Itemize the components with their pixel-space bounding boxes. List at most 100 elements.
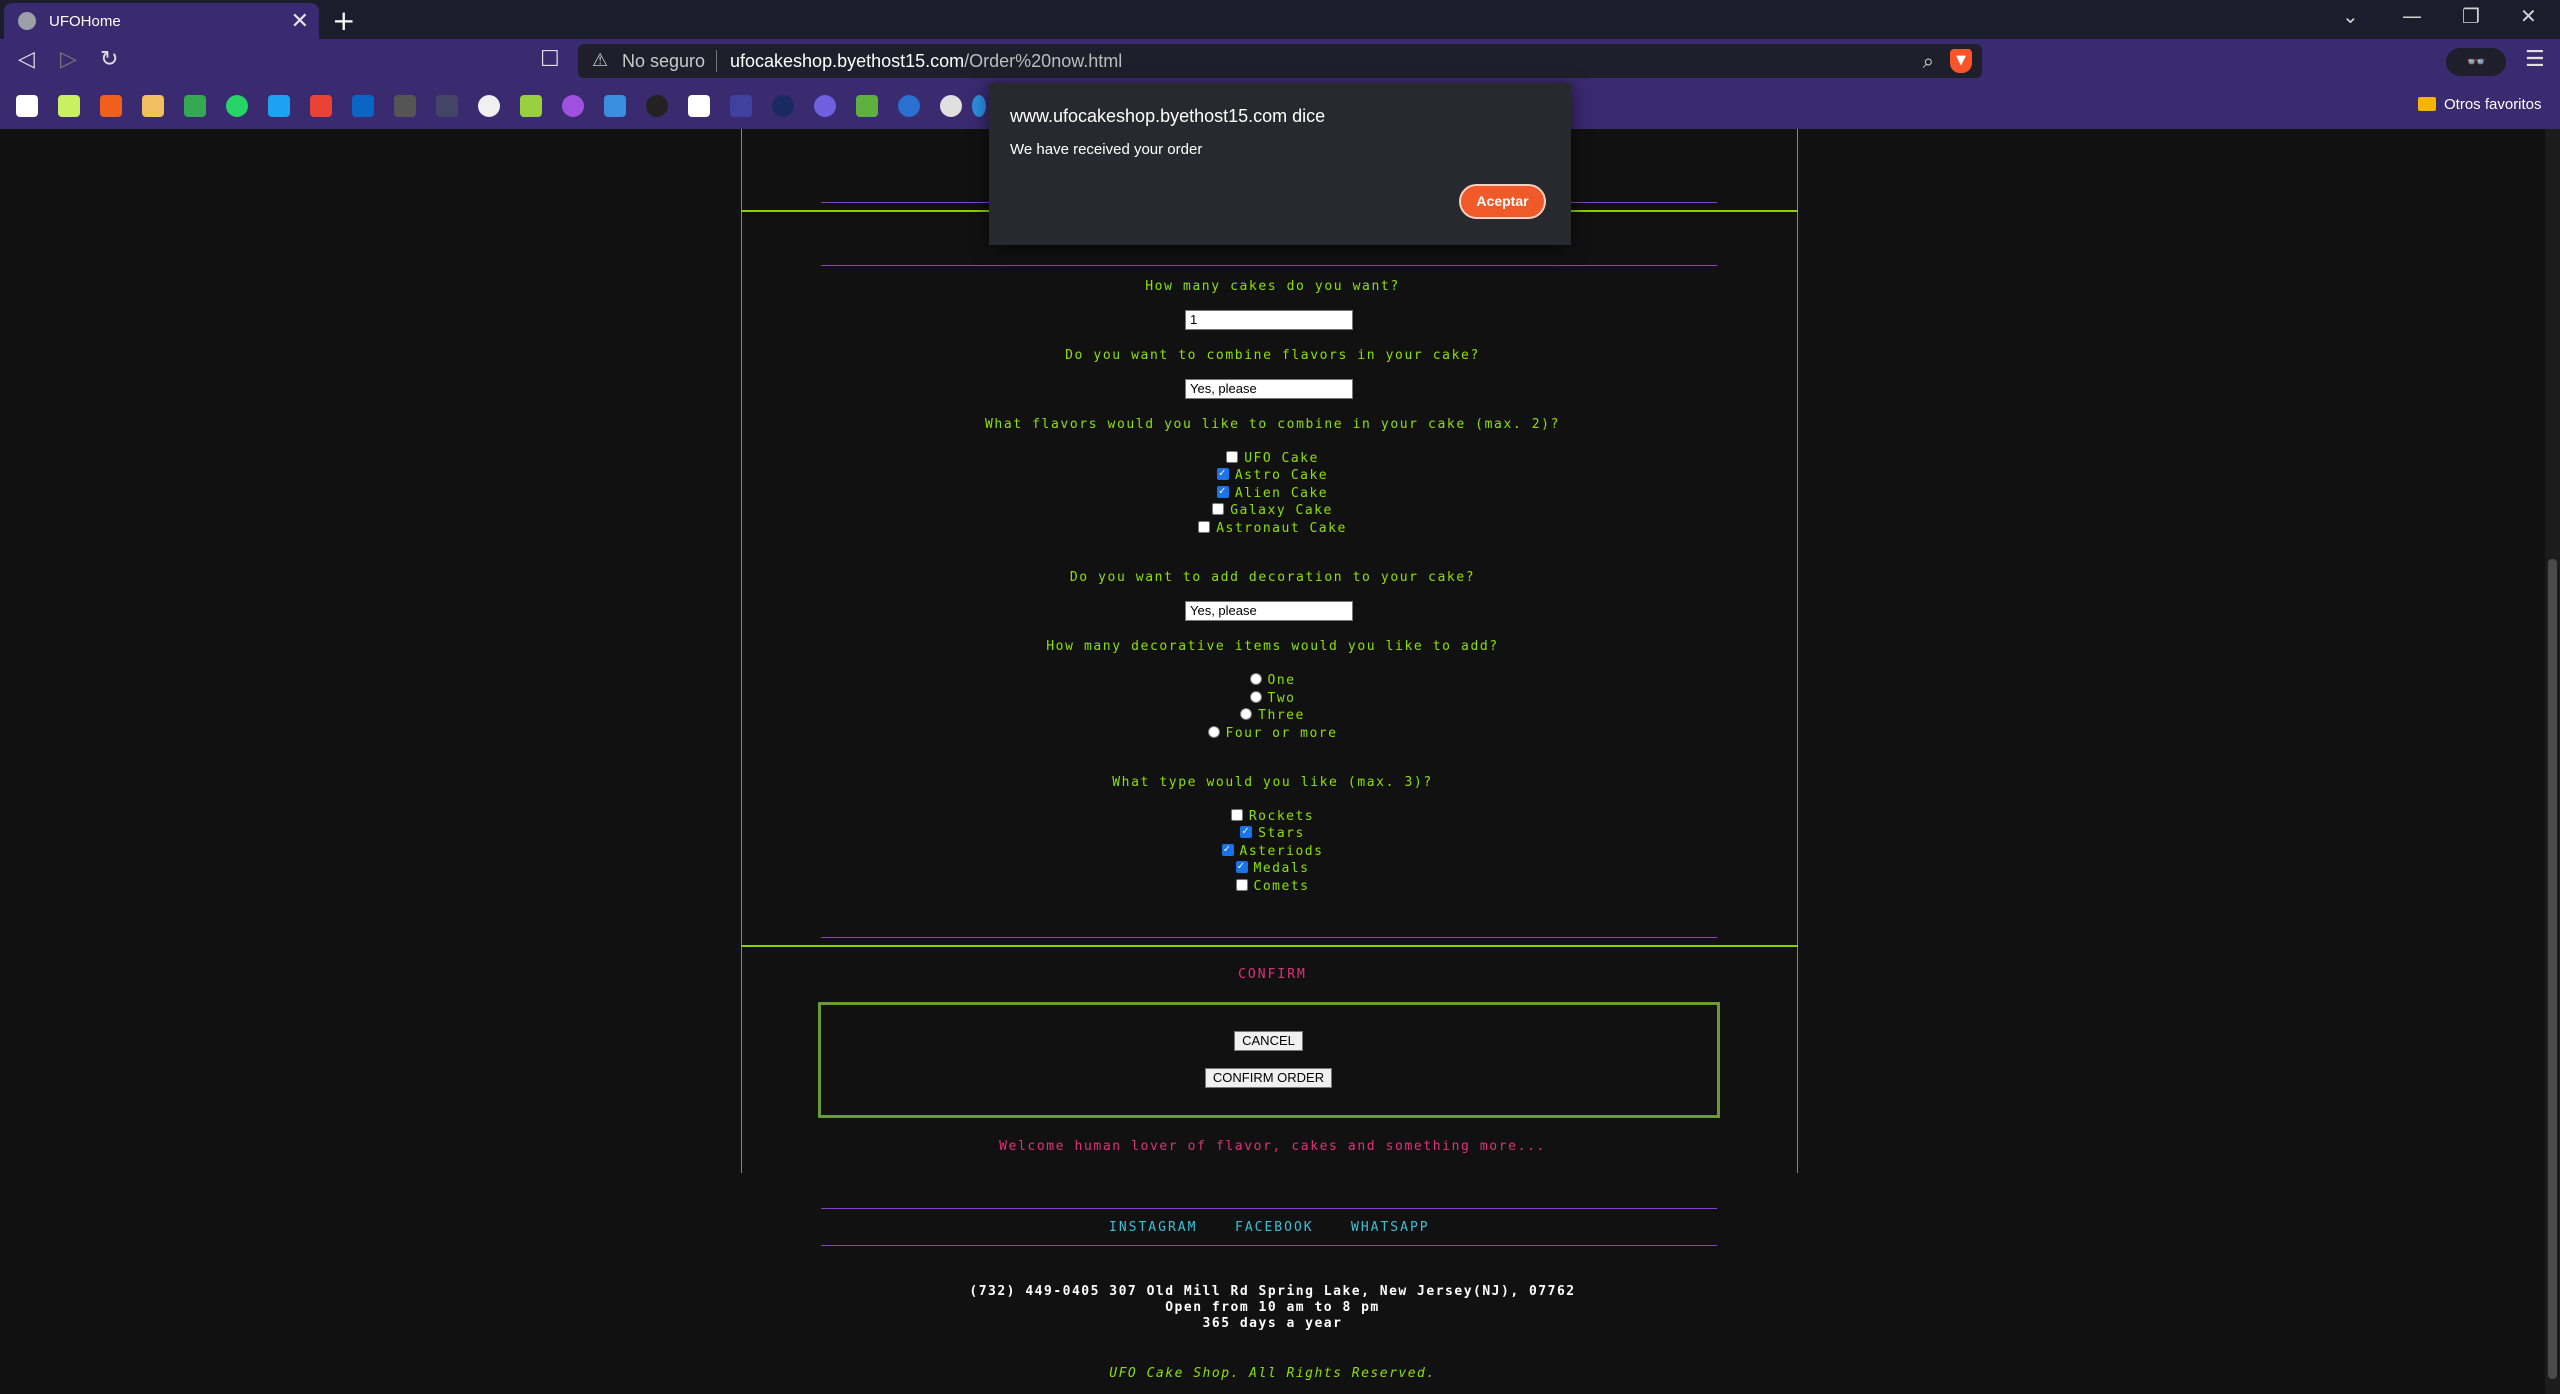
globe-icon[interactable] xyxy=(972,95,986,117)
tb-icon[interactable] xyxy=(394,95,416,117)
u-icon[interactable] xyxy=(562,95,584,117)
hamburger-icon[interactable] xyxy=(142,95,164,117)
w-icon[interactable] xyxy=(856,95,878,117)
tab-bar: UFOHome ✕ + ⌄ — ❐ ✕ xyxy=(0,0,2560,39)
question-decoration: Do you want to add decoration to your ca… xyxy=(1069,570,1476,585)
cakes-quantity-input[interactable]: 1 xyxy=(1185,310,1353,330)
tab-close-icon[interactable]: ✕ xyxy=(291,9,309,34)
checkbox[interactable] xyxy=(1240,824,1253,838)
flavor-option[interactable]: Astro Cake xyxy=(0,466,2545,483)
brave-shields-icon[interactable]: ▼ xyxy=(1950,49,1972,73)
facebook-link[interactable]: FACEBOOK xyxy=(1235,1220,1314,1235)
github-icon[interactable] xyxy=(478,95,500,117)
grid-icon[interactable] xyxy=(436,95,458,117)
close-window-icon[interactable]: ✕ xyxy=(2520,4,2537,28)
a-icon[interactable] xyxy=(646,95,668,117)
decoration-select[interactable]: Yes, please xyxy=(1185,601,1353,621)
question-cakes: How many cakes do you want? xyxy=(1145,279,1400,294)
r-icon[interactable] xyxy=(604,95,626,117)
dribbble-icon[interactable] xyxy=(58,95,80,117)
checkbox[interactable] xyxy=(1212,503,1225,515)
type-option[interactable]: Rockets xyxy=(0,809,2545,824)
address-bar[interactable]: ⚠ No seguro ufocakeshop.byethost15.com/O… xyxy=(578,44,1982,78)
type-option[interactable]: Asteriods xyxy=(0,842,2545,859)
type-option[interactable]: Stars xyxy=(0,824,2545,841)
s-icon[interactable] xyxy=(940,95,962,117)
divider xyxy=(821,937,1717,938)
whatsapp-link[interactable]: WHATSAPP xyxy=(1351,1220,1430,1235)
other-bookmarks[interactable]: Otros favoritos xyxy=(2418,96,2542,113)
confirm-box xyxy=(818,1002,1720,1118)
page-viewport: How many cakes do you want? 1 Do you wan… xyxy=(0,129,2545,1394)
question-type: What type would you like (max. 3)? xyxy=(1112,775,1433,790)
scrollbar-thumb[interactable] xyxy=(2548,559,2557,1379)
type-option[interactable]: Medals xyxy=(0,859,2545,876)
type-option[interactable]: Comets xyxy=(0,879,2545,894)
items-option[interactable]: Three xyxy=(0,708,2545,723)
flavor-option[interactable]: Galaxy Cake xyxy=(0,503,2545,518)
accept-button[interactable]: Aceptar xyxy=(1459,184,1546,219)
notion-icon[interactable] xyxy=(688,95,710,117)
checkbox[interactable] xyxy=(1216,466,1229,480)
amazon-icon[interactable] xyxy=(16,95,38,117)
zoom-icon[interactable]: ⌕ xyxy=(1923,49,1934,73)
gmail-icon[interactable] xyxy=(310,95,332,117)
minimize-icon[interactable]: — xyxy=(2402,4,2422,28)
url-path: /Order%20now.html xyxy=(964,51,1123,71)
new-tab-button[interactable]: + xyxy=(332,4,355,37)
type-label: Stars xyxy=(1258,826,1305,841)
radio[interactable] xyxy=(1249,673,1262,685)
radio[interactable] xyxy=(1240,708,1253,720)
checkbox[interactable] xyxy=(1198,521,1211,533)
browser-toolbar: ◁ ▷ ↻ ☐ ⚠ No seguro ufocakeshop.byethost… xyxy=(0,39,2560,84)
checkbox[interactable] xyxy=(1226,451,1239,463)
flavor-option[interactable]: Astronaut Cake xyxy=(0,521,2545,536)
flavor-label: Alien Cake xyxy=(1234,486,1329,501)
o-icon[interactable] xyxy=(898,95,920,117)
maps-icon[interactable] xyxy=(184,95,206,117)
checkbox[interactable] xyxy=(1235,879,1248,891)
bookmark-icon[interactable]: ☐ xyxy=(540,47,560,72)
tab-ufohome[interactable]: UFOHome ✕ xyxy=(4,3,319,39)
keepa-icon[interactable] xyxy=(814,95,836,117)
circle-icon[interactable] xyxy=(772,95,794,117)
flavor-label: Astro Cake xyxy=(1234,468,1329,483)
url-text[interactable]: ufocakeshop.byethost15.com/Order%20now.h… xyxy=(730,51,1122,72)
reload-icon[interactable]: ↻ xyxy=(100,47,118,72)
confirm-order-button[interactable]: CONFIRM ORDER xyxy=(1205,1068,1332,1088)
checkbox[interactable] xyxy=(1230,809,1243,821)
checkbox[interactable] xyxy=(1216,484,1229,498)
type-label: Rockets xyxy=(1248,809,1315,824)
browser-window: UFOHome ✕ + ⌄ — ❐ ✕ ◁ ▷ ↻ ☐ ⚠ No seguro … xyxy=(0,0,2560,1394)
items-option[interactable]: Two xyxy=(0,691,2545,706)
instagram-link[interactable]: INSTAGRAM xyxy=(1109,1220,1197,1235)
tab-search-icon[interactable]: ⌄ xyxy=(2342,4,2359,28)
combine-flavors-select[interactable]: Yes, please xyxy=(1185,379,1353,399)
globe-icon xyxy=(18,12,36,30)
forward-icon[interactable]: ▷ xyxy=(60,47,77,72)
radio[interactable] xyxy=(1207,726,1220,738)
slideshare-icon[interactable] xyxy=(100,95,122,117)
days-line: 365 days a year xyxy=(1202,1316,1343,1331)
items-label: One xyxy=(1267,673,1296,688)
radio[interactable] xyxy=(1249,691,1262,703)
linkedin-icon[interactable] xyxy=(352,95,374,117)
profile-icon[interactable]: 👓 xyxy=(2446,48,2506,76)
flavor-option[interactable]: Alien Cake xyxy=(0,484,2545,501)
dialog-origin: www.ufocakeshop.byethost15.com dice xyxy=(1010,106,1326,126)
items-option[interactable]: One xyxy=(0,673,2545,688)
whatsapp-icon[interactable] xyxy=(226,95,248,117)
cancel-button[interactable]: CANCEL xyxy=(1234,1031,1303,1051)
diamond-icon[interactable] xyxy=(520,95,542,117)
restore-icon[interactable]: ❐ xyxy=(2462,4,2480,28)
back-icon[interactable]: ◁ xyxy=(18,47,35,72)
power-apps-icon[interactable] xyxy=(730,95,752,117)
items-option[interactable]: Four or more xyxy=(0,726,2545,741)
flavor-label: UFO Cake xyxy=(1244,451,1319,466)
checkbox[interactable] xyxy=(1235,859,1248,873)
scrollbar[interactable] xyxy=(2545,129,2560,1394)
checkbox[interactable] xyxy=(1221,842,1234,856)
twitter-icon[interactable] xyxy=(268,95,290,117)
flavor-option[interactable]: UFO Cake xyxy=(0,451,2545,466)
menu-icon[interactable]: ☰ xyxy=(2525,47,2545,72)
